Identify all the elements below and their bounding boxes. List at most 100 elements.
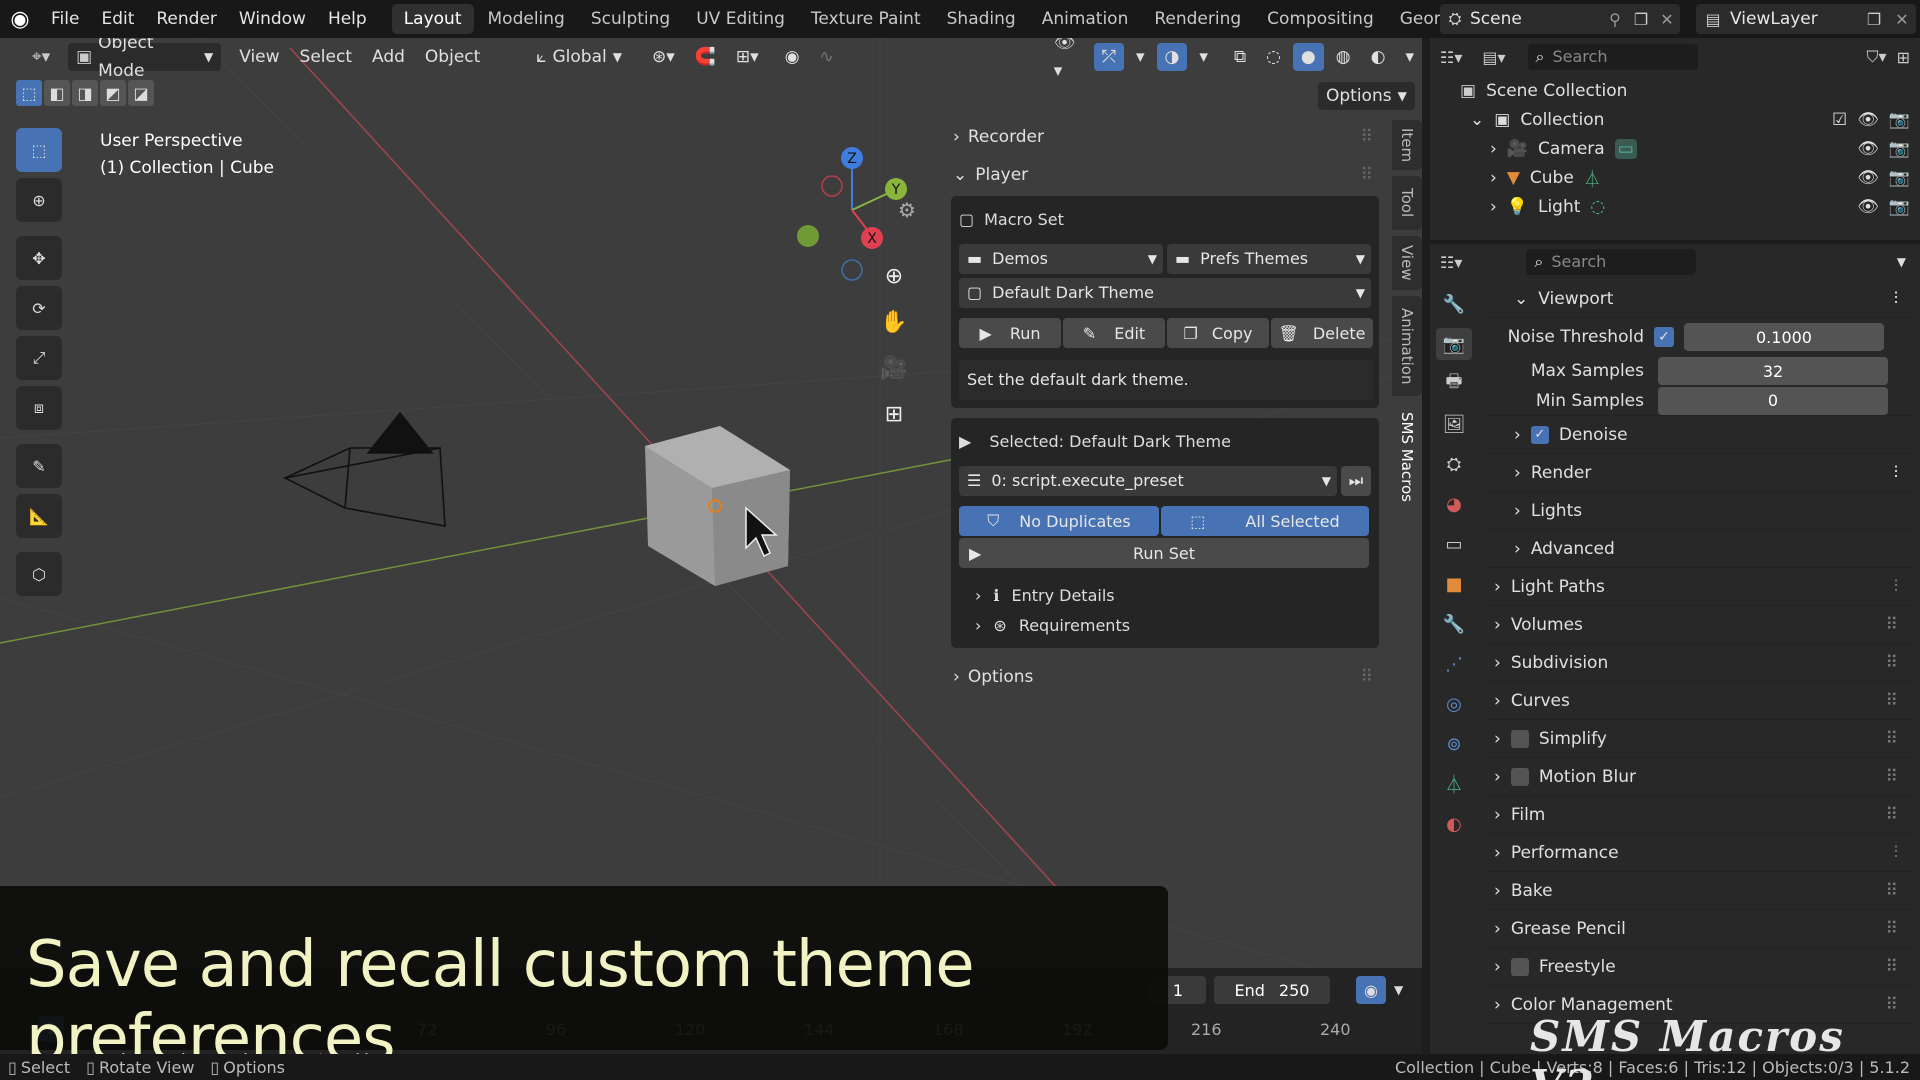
- checkbox-icon[interactable]: [1510, 729, 1529, 748]
- checkbox-icon[interactable]: [1510, 767, 1529, 786]
- menu-file[interactable]: File: [40, 0, 90, 38]
- rendered-shading-icon[interactable]: ◐: [1363, 43, 1394, 71]
- editor-type-icon[interactable]: ⌖▾: [24, 43, 58, 71]
- drag-handle-icon[interactable]: ⠿: [1361, 158, 1373, 192]
- drag-handle-icon[interactable]: ⠿: [1886, 805, 1898, 825]
- particles-icon[interactable]: ⋰: [1436, 648, 1472, 680]
- recorder-panel-header[interactable]: › Recorder ⠿: [943, 120, 1383, 154]
- output-icon[interactable]: 🖶: [1436, 368, 1472, 400]
- remove-scene-icon[interactable]: ✕: [1654, 10, 1680, 29]
- menu-view[interactable]: View: [231, 43, 287, 71]
- outliner-item-cube[interactable]: › ▼ Cube ⏃ 👁 📷: [1430, 163, 1920, 192]
- drag-handle-icon[interactable]: ⠿: [1886, 653, 1898, 673]
- overlays-dropdown-icon[interactable]: ▾: [1191, 43, 1216, 71]
- zoom-icon[interactable]: ⊕: [876, 258, 912, 294]
- solid-shading-icon[interactable]: ●: [1292, 43, 1324, 71]
- filter-icon[interactable]: ⛉▾: [1867, 47, 1887, 67]
- drag-handle-icon[interactable]: ⠿: [1886, 767, 1898, 787]
- panel-subdivision[interactable]: › Subdivision ⠿: [1484, 644, 1914, 682]
- select-intersect-icon[interactable]: ◪: [128, 80, 154, 106]
- camera-view-icon[interactable]: 🎥: [876, 350, 912, 386]
- outliner-search-input[interactable]: ⌕ Search: [1527, 44, 1698, 70]
- presets-icon[interactable]: ⫶: [1894, 289, 1898, 309]
- collection-tab-icon[interactable]: ▭: [1436, 528, 1472, 560]
- select-subtract-icon[interactable]: ◨: [72, 80, 98, 106]
- constraints-icon[interactable]: ⊚: [1436, 728, 1472, 760]
- modifier-icon[interactable]: 🔧: [1436, 608, 1472, 640]
- properties-search-input[interactable]: ⌕ Search: [1526, 249, 1697, 275]
- data-icon[interactable]: ⏃: [1436, 768, 1472, 800]
- panel-grease-pencil[interactable]: › Grease Pencil ⠿: [1484, 910, 1914, 948]
- options-panel-header[interactable]: › Options ⠿: [943, 660, 1383, 694]
- new-scene-icon[interactable]: ❐: [1628, 10, 1654, 29]
- drag-handle-icon[interactable]: ⠿: [1361, 660, 1373, 694]
- run-set-button[interactable]: ▶ Run Set: [959, 538, 1369, 568]
- outliner-item-light[interactable]: › 💡 Light ◌ 👁 📷: [1430, 192, 1920, 221]
- proportional-edit-icon[interactable]: ◉: [777, 43, 808, 71]
- snap-icon[interactable]: 🧲: [687, 43, 724, 71]
- material-icon[interactable]: ◐: [1436, 808, 1472, 840]
- render-camera-icon[interactable]: 📷: [1889, 139, 1910, 159]
- menu-edit[interactable]: Edit: [90, 0, 145, 38]
- pan-hand-icon[interactable]: ✋: [876, 304, 912, 340]
- annotate-tool[interactable]: ✎: [16, 444, 62, 488]
- render-subpanel[interactable]: › Render ⫶: [1484, 454, 1914, 492]
- panel-light-paths[interactable]: › Light Paths ⫶: [1484, 568, 1914, 606]
- tab-modeling[interactable]: Modeling: [476, 4, 577, 34]
- drag-handle-icon[interactable]: ⠿: [1886, 729, 1898, 749]
- new-view-layer-icon[interactable]: ❐: [1860, 10, 1888, 29]
- keying-icon[interactable]: ◉: [1356, 976, 1386, 1004]
- entry-details-row[interactable]: › ℹ Entry Details: [959, 580, 1373, 610]
- wireframe-shading-icon[interactable]: ◌: [1258, 43, 1289, 71]
- render-camera-icon[interactable]: 📷: [1889, 197, 1910, 217]
- world-icon[interactable]: ◕: [1436, 488, 1472, 520]
- panel-freestyle[interactable]: › Freestyle ⠿: [1484, 948, 1914, 986]
- drag-handle-icon[interactable]: ⠿: [1886, 919, 1898, 939]
- eye-icon[interactable]: 👁: [1857, 197, 1879, 217]
- noise-threshold-field[interactable]: 0.1000: [1684, 323, 1884, 351]
- remove-view-layer-icon[interactable]: ✕: [1888, 10, 1916, 29]
- checkbox-checked-icon[interactable]: ✓: [1530, 425, 1549, 444]
- panel-bake[interactable]: › Bake ⠿: [1484, 872, 1914, 910]
- gizmo-icon[interactable]: ⤱: [1094, 43, 1124, 71]
- rotate-tool[interactable]: ⟳: [16, 286, 62, 330]
- blender-logo-icon[interactable]: ◉: [0, 0, 40, 38]
- render-camera-icon[interactable]: 📷: [1889, 110, 1910, 130]
- category-dropdown[interactable]: ▬ Prefs Themes ▼: [1167, 244, 1371, 274]
- scale-tool[interactable]: ⤢: [16, 336, 62, 380]
- tab-sculpting[interactable]: Sculpting: [579, 4, 682, 34]
- view-layer-selector[interactable]: ▤ ViewLayer ❐ ✕: [1696, 4, 1916, 34]
- tool-icon[interactable]: 🔧: [1436, 288, 1472, 320]
- pin-icon[interactable]: ⚲: [1602, 10, 1628, 29]
- mode-dropdown[interactable]: ▣ Object Mode ▼: [68, 38, 222, 81]
- physics-icon[interactable]: ◎: [1436, 688, 1472, 720]
- tab-item[interactable]: Item: [1392, 120, 1422, 170]
- drag-handle-icon[interactable]: ⠿: [1886, 615, 1898, 635]
- chevron-down-icon[interactable]: ▼: [1394, 983, 1403, 997]
- material-shading-icon[interactable]: ◍: [1328, 43, 1359, 71]
- checkbox-checked-icon[interactable]: ✓: [1654, 327, 1674, 347]
- presets-icon[interactable]: ⫶: [1894, 843, 1898, 863]
- select-invert-icon[interactable]: ◩: [100, 80, 126, 106]
- panel-film[interactable]: › Film ⠿: [1484, 796, 1914, 834]
- no-duplicates-toggle[interactable]: ⛉ No Duplicates: [959, 506, 1159, 536]
- transform-orientation-dropdown[interactable]: ⟀ Global ▼: [528, 43, 630, 71]
- render-icon[interactable]: 📷: [1436, 328, 1472, 360]
- view-layer-tab-icon[interactable]: 🖼: [1436, 408, 1472, 440]
- gizmo-dropdown-icon[interactable]: ▾: [1128, 43, 1153, 71]
- advanced-subpanel[interactable]: › Advanced: [1484, 530, 1914, 568]
- tab-rendering[interactable]: Rendering: [1142, 4, 1253, 34]
- lights-subpanel[interactable]: › Lights: [1484, 492, 1914, 530]
- run-button[interactable]: ▶ Run: [959, 318, 1061, 348]
- outliner-item-camera[interactable]: › 🎥 Camera ▭ 👁 📷: [1430, 134, 1920, 163]
- perspective-toggle-icon[interactable]: ⊞: [876, 396, 912, 432]
- min-samples-field[interactable]: 0: [1658, 386, 1888, 415]
- pivot-icon[interactable]: ⊛▾: [644, 43, 683, 71]
- end-frame-field[interactable]: End 250: [1214, 976, 1330, 1004]
- menu-render[interactable]: Render: [145, 0, 228, 38]
- tab-shading[interactable]: Shading: [935, 4, 1028, 34]
- tab-tool[interactable]: Tool: [1392, 176, 1422, 230]
- folder-dropdown[interactable]: ▬ Demos ▼: [959, 244, 1163, 274]
- menu-select[interactable]: Select: [292, 43, 360, 71]
- tab-animation-side[interactable]: Animation: [1392, 296, 1422, 396]
